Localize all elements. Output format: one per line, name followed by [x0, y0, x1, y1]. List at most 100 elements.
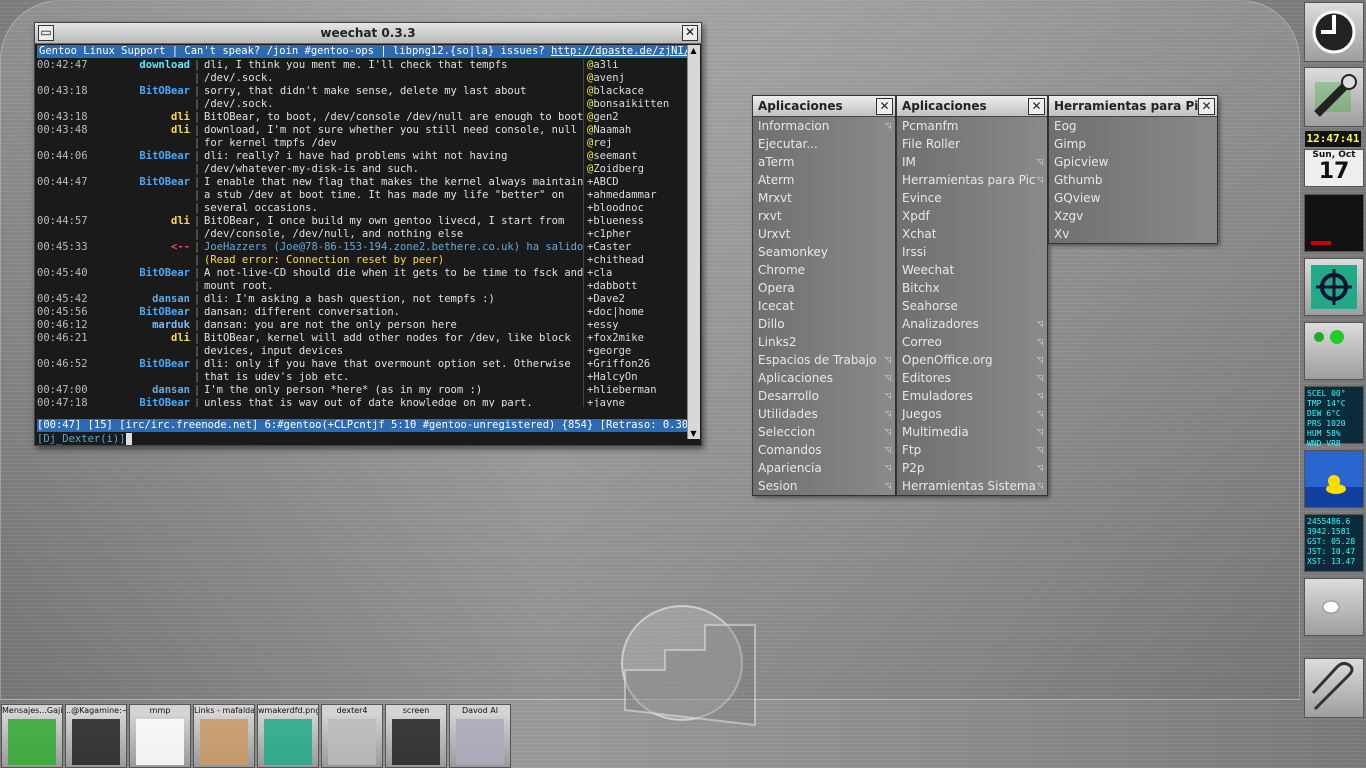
menu-item[interactable]: Gthumb — [1049, 171, 1217, 189]
menu-item[interactable]: aTerm — [753, 153, 895, 171]
topic-url[interactable]: http://dpaste.de/zjNI/ — [551, 45, 687, 57]
menu-item[interactable]: Editores ◹ — [897, 369, 1047, 387]
dock-clip[interactable] — [1304, 658, 1364, 718]
nick-item[interactable]: +ABCD — [584, 176, 688, 189]
nick-item[interactable]: @bonsaikitten — [584, 98, 688, 111]
taskbar-item[interactable]: Mensajes...Gajim — [1, 704, 63, 768]
menu-title[interactable]: Aplicaciones ✕ — [753, 96, 895, 117]
menu-item[interactable]: Gpicview — [1049, 153, 1217, 171]
taskbar-item[interactable]: mmp — [129, 704, 191, 768]
scrollbar[interactable]: ▲ ▼ — [687, 45, 700, 439]
dock-app-tool[interactable] — [1304, 67, 1364, 127]
dock-app-helm[interactable] — [1304, 258, 1364, 316]
menu-item[interactable]: Espacios de Trabajo ◹ — [753, 351, 895, 369]
nick-item[interactable]: +dabbott — [584, 280, 688, 293]
nick-item[interactable]: +doc|home — [584, 306, 688, 319]
menu-herramientas-pic[interactable]: Herramientas para Pic ✕ Eog Gimp Gpicview Gth… — [1048, 95, 1218, 244]
menu-title[interactable]: Aplicaciones ✕ — [897, 96, 1047, 117]
dock-app-duck[interactable] — [1304, 450, 1364, 508]
menu-item[interactable]: Multimedia ◹ — [897, 423, 1047, 441]
dock-app-im[interactable] — [1304, 322, 1364, 380]
nick-item[interactable]: +bloodnoc — [584, 202, 688, 215]
scroll-up-icon[interactable]: ▲ — [689, 46, 698, 55]
menu-item[interactable]: Icecat — [753, 297, 895, 315]
nick-item[interactable]: +Caster — [584, 241, 688, 254]
menu-item[interactable]: Opera — [753, 279, 895, 297]
menu-aplicaciones-sub[interactable]: Aplicaciones ✕ Pcmanfm File Roller IM ◹ Herram… — [896, 95, 1048, 496]
menu-item[interactable]: Correo ◹ — [897, 333, 1047, 351]
close-button[interactable]: ✕ — [682, 25, 698, 41]
nick-item[interactable]: +HalcyOn — [584, 371, 688, 384]
nick-item[interactable]: @Naamah — [584, 124, 688, 137]
menu-item[interactable]: Pcmanfm — [897, 117, 1047, 135]
terminal[interactable]: Gentoo Linux Support | Can't speak? /joi… — [37, 45, 688, 445]
menu-item[interactable]: P2p ◹ — [897, 459, 1047, 477]
menu-item[interactable]: OpenOffice.org ◹ — [897, 351, 1047, 369]
menu-item[interactable]: Herramientas Sistema ◹ — [897, 477, 1047, 495]
nick-item[interactable]: +essy — [584, 319, 688, 332]
taskbar-item[interactable]: wmakerdfd.png — [257, 704, 319, 768]
menu-item[interactable]: Eog — [1049, 117, 1217, 135]
menu-item[interactable]: Xv — [1049, 225, 1217, 243]
menu-item[interactable]: Analizadores ◹ — [897, 315, 1047, 333]
menu-item[interactable]: Weechat — [897, 261, 1047, 279]
menu-item[interactable]: Xchat — [897, 225, 1047, 243]
nick-item[interactable]: +c1pher — [584, 228, 688, 241]
menu-item[interactable]: Gimp — [1049, 135, 1217, 153]
dock-app-wmaker[interactable] — [1304, 2, 1364, 62]
menu-item[interactable]: Xzgv — [1049, 207, 1217, 225]
nick-item[interactable]: @avenj — [584, 72, 688, 85]
menu-item[interactable]: Seleccion ◹ — [753, 423, 895, 441]
menu-item[interactable]: Aplicaciones ◹ — [753, 369, 895, 387]
nick-item[interactable]: @a3li — [584, 59, 688, 72]
menu-item[interactable]: Juegos ◹ — [897, 405, 1047, 423]
nick-item[interactable]: @seemant — [584, 150, 688, 163]
taskbar-item[interactable]: Links - mafalda — [193, 704, 255, 768]
menu-item[interactable]: Emuladores ◹ — [897, 387, 1047, 405]
taskbar-item[interactable]: Davod Al — [449, 704, 511, 768]
calendar[interactable]: Sun, Oct 17 — [1304, 149, 1364, 187]
nick-item[interactable]: +Dave2 — [584, 293, 688, 306]
menu-item[interactable]: File Roller — [897, 135, 1047, 153]
menu-item[interactable]: GQview — [1049, 189, 1217, 207]
taskbar-item[interactable]: screen — [385, 704, 447, 768]
menu-item[interactable]: Ejecutar... — [753, 135, 895, 153]
nick-item[interactable]: +jayne — [584, 397, 688, 407]
menu-item[interactable]: Herramientas para Pic ◹ — [897, 171, 1047, 189]
nick-item[interactable]: +ahmedammar — [584, 189, 688, 202]
nick-item[interactable]: +hlieberman — [584, 384, 688, 397]
nick-item[interactable]: +blueness — [584, 215, 688, 228]
window-titlebar[interactable]: ▭ weechat 0.3.3 ✕ — [35, 23, 701, 44]
menu-item[interactable]: Links2 — [753, 333, 895, 351]
nick-item[interactable]: @gen2 — [584, 111, 688, 124]
taskbar-item[interactable]: dexter4 — [321, 704, 383, 768]
menu-item[interactable]: Bitchx — [897, 279, 1047, 297]
nicklist[interactable]: @a3li @avenj @blackace @bonsaikitten @gen2 @N… — [583, 59, 688, 407]
nick-item[interactable]: @blackace — [584, 85, 688, 98]
menu-item[interactable]: Apariencia ◹ — [753, 459, 895, 477]
menu-item[interactable]: Mrxvt — [753, 189, 895, 207]
nick-item[interactable]: @Zoidberg — [584, 163, 688, 176]
nick-item[interactable]: +chithead — [584, 254, 688, 267]
nick-item[interactable]: +george — [584, 345, 688, 358]
menu-item[interactable]: Informacion ◹ — [753, 117, 895, 135]
nick-item[interactable]: @rej — [584, 137, 688, 150]
menu-item[interactable]: Desarrollo ◹ — [753, 387, 895, 405]
taskbar-item[interactable]: ..@Kagamine:~ — [65, 704, 127, 768]
menu-item[interactable]: Xpdf — [897, 207, 1047, 225]
menu-close-icon[interactable]: ✕ — [876, 98, 893, 115]
menu-item[interactable]: Ftp ◹ — [897, 441, 1047, 459]
menu-item[interactable]: Dillo — [753, 315, 895, 333]
menu-item[interactable]: Utilidades ◹ — [753, 405, 895, 423]
menu-item[interactable]: Urxvt — [753, 225, 895, 243]
menu-item[interactable]: Chrome — [753, 261, 895, 279]
menu-item[interactable]: rxvt — [753, 207, 895, 225]
menu-item[interactable]: Aterm — [753, 171, 895, 189]
menu-title[interactable]: Herramientas para Pic ✕ — [1049, 96, 1217, 117]
menu-aplicaciones[interactable]: Aplicaciones ✕ Informacion ◹ Ejecutar... aTer… — [752, 95, 896, 496]
menu-close-icon[interactable]: ✕ — [1198, 98, 1215, 115]
menu-item[interactable]: Seamonkey — [753, 243, 895, 261]
nick-item[interactable]: +cla — [584, 267, 688, 280]
menu-item[interactable]: Seahorse — [897, 297, 1047, 315]
menu-item[interactable]: Irssi — [897, 243, 1047, 261]
